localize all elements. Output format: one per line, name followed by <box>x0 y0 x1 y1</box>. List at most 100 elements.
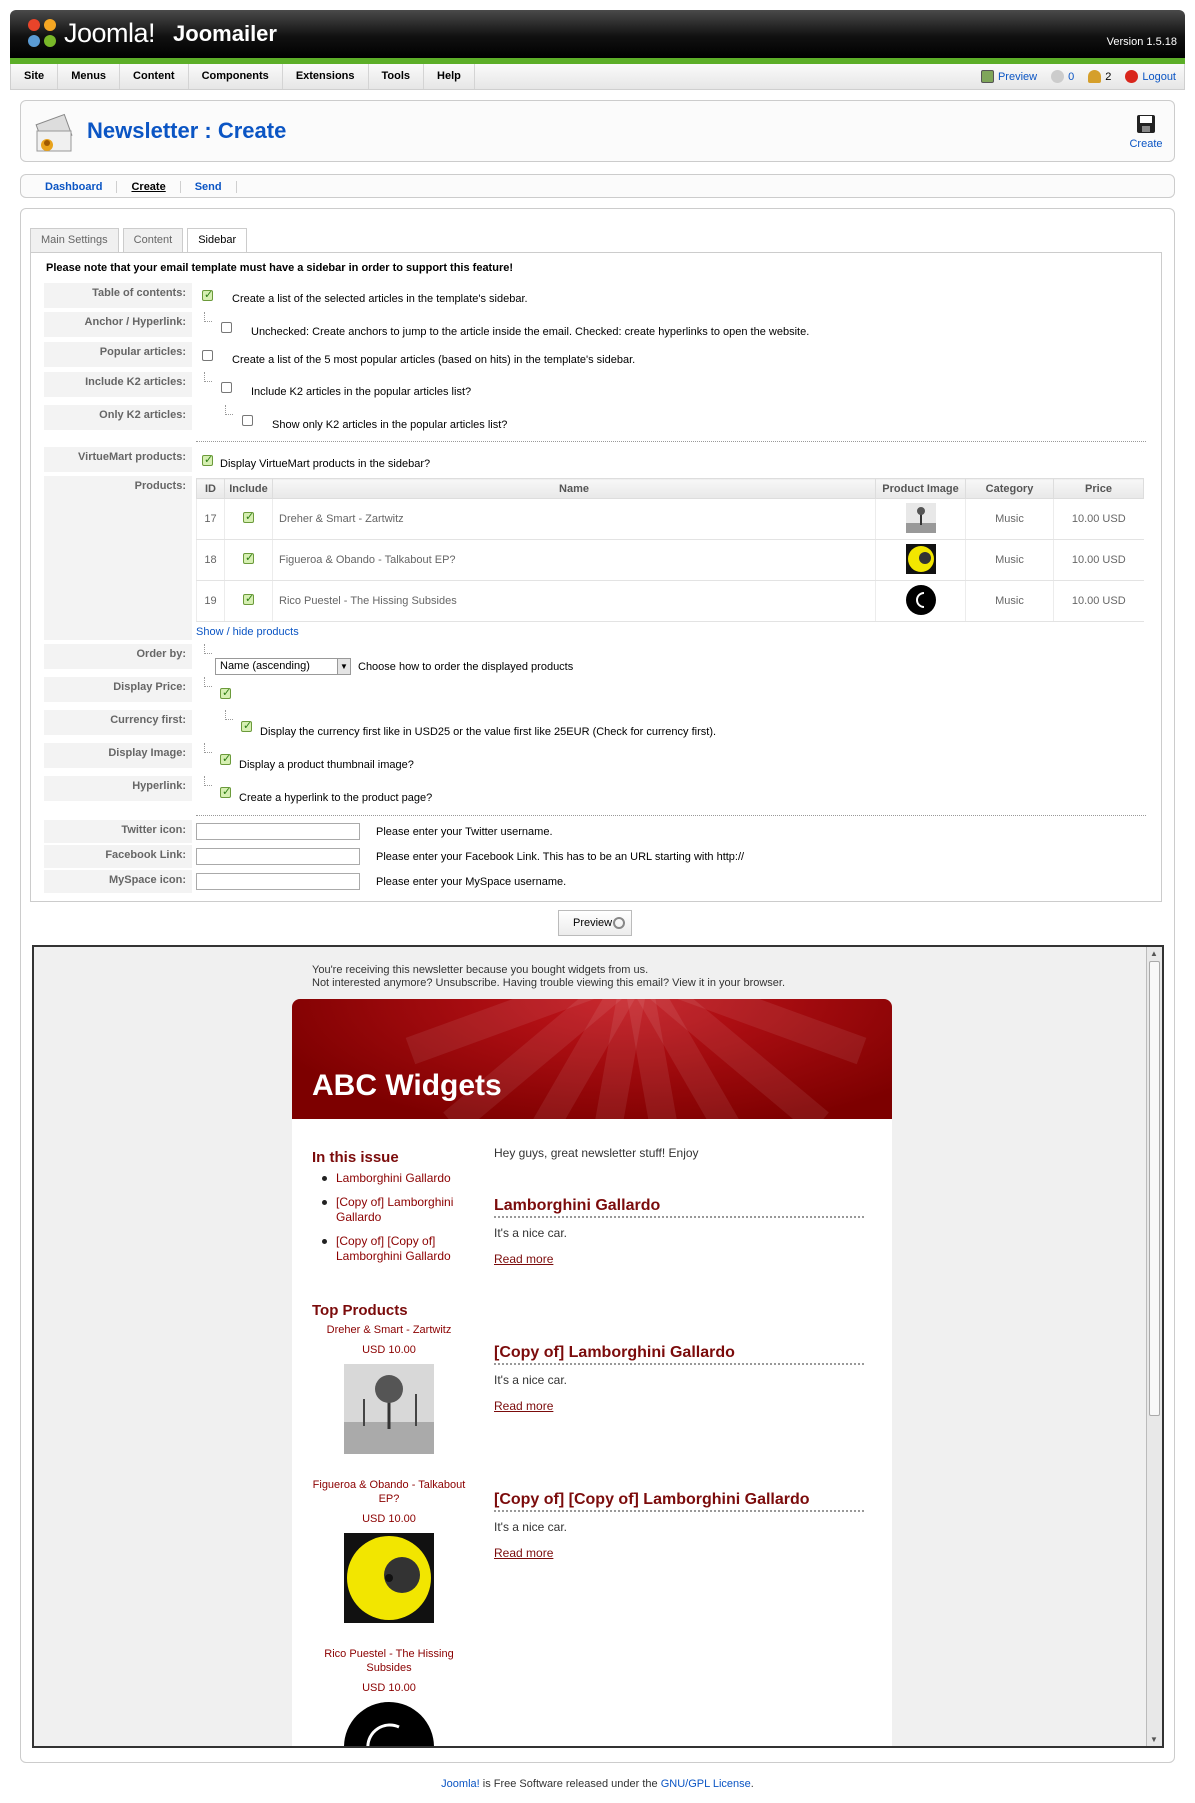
messages-icon <box>1051 70 1065 83</box>
product-thumbnail <box>905 502 936 533</box>
product-image[interactable] <box>344 1364 434 1454</box>
popular-checkbox[interactable] <box>202 350 213 361</box>
hyperlink-description: Create a hyperlink to the product page? <box>239 792 433 804</box>
preview-button[interactable]: Preview <box>558 910 632 936</box>
sidebar-product-price: USD 10.00 <box>362 1344 416 1356</box>
product-id: 18 <box>196 539 225 581</box>
sidebar-product-name[interactable]: Dreher & Smart - Zartwitz <box>309 1323 469 1337</box>
virtuemart-checkbox[interactable] <box>202 453 213 466</box>
tab-content[interactable]: Content <box>122 228 184 252</box>
include-checkbox[interactable] <box>243 510 254 523</box>
main-menu: Site Menus Content Components Extensions… <box>10 64 1185 90</box>
preview-link[interactable]: Preview <box>980 70 1038 83</box>
only-k2-checkbox[interactable] <box>242 415 253 426</box>
article-title: Lamborghini Gallardo <box>494 1197 864 1218</box>
display-price-checkbox[interactable] <box>220 686 231 699</box>
license-link[interactable]: GNU/GPL License <box>661 1778 751 1790</box>
read-more-link[interactable]: Read more <box>494 1546 553 1560</box>
popular-label: Popular articles: <box>44 342 192 368</box>
submenu-create[interactable]: Create <box>117 181 181 193</box>
separator <box>196 815 1146 816</box>
joomla-link[interactable]: Joomla! <box>441 1778 480 1790</box>
menu-menus[interactable]: Menus <box>58 64 121 89</box>
read-more-link[interactable]: Read more <box>494 1252 553 1266</box>
preview-scrollbar[interactable]: ▲ ▼ <box>1146 947 1162 1746</box>
display-image-checkbox[interactable] <box>220 752 231 765</box>
newsletter-brand: ABC Widgets <box>312 1069 502 1102</box>
menu-components[interactable]: Components <box>189 64 283 89</box>
display-price-label: Display Price: <box>44 677 192 703</box>
preview-link-label: Preview <box>997 70 1038 83</box>
logo-text: Joomla! <box>64 18 156 48</box>
twitter-input[interactable] <box>196 823 360 840</box>
read-more-link[interactable]: Read more <box>494 1399 553 1413</box>
logout-link[interactable]: Logout <box>1125 70 1176 83</box>
issue-item[interactable]: [Copy of] [Copy of] Lamborghini Gallardo <box>322 1234 476 1264</box>
menu-content[interactable]: Content <box>120 64 189 89</box>
article-title: [Copy of] Lamborghini Gallardo <box>494 1344 864 1365</box>
scrollbar-thumb[interactable] <box>1149 961 1160 1416</box>
tree-connector <box>204 644 212 654</box>
tree-connector <box>204 743 212 753</box>
currency-first-description: Display the currency first like in USD25… <box>260 726 717 738</box>
app-title: Joomailer <box>173 20 277 46</box>
scroll-up-icon[interactable]: ▲ <box>1150 949 1158 958</box>
include-k2-label: Include K2 articles: <box>44 372 192 398</box>
display-image-description: Display a product thumbnail image? <box>239 759 414 771</box>
col-category: Category <box>965 478 1054 499</box>
newsletter-preview-frame[interactable]: You're receiving this newsletter because… <box>32 945 1164 1748</box>
facebook-label: Facebook Link: <box>44 845 192 869</box>
product-image[interactable] <box>344 1702 434 1748</box>
product-thumbnail <box>905 543 936 574</box>
menu-help[interactable]: Help <box>424 64 475 89</box>
product-price: 10.00 USD <box>1053 580 1144 622</box>
issue-item[interactable]: [Copy of] Lamborghini Gallardo <box>322 1195 476 1225</box>
menu-extensions[interactable]: Extensions <box>283 64 369 89</box>
separator <box>196 441 1146 442</box>
only-k2-label: Only K2 articles: <box>44 405 192 431</box>
currency-first-checkbox[interactable] <box>241 719 252 732</box>
include-cell <box>224 580 273 622</box>
sidebar-product-name[interactable]: Rico Puestel - The Hissing Subsides <box>309 1647 469 1675</box>
popular-description: Create a list of the 5 most popular arti… <box>232 354 636 366</box>
product-id: 17 <box>196 498 225 540</box>
messages-link[interactable]: 0 <box>1051 70 1074 83</box>
include-checkbox[interactable] <box>243 551 254 564</box>
col-include: Include <box>224 478 273 499</box>
myspace-input[interactable] <box>196 873 360 890</box>
tab-sidebar[interactable]: Sidebar <box>187 228 248 253</box>
submenu-send[interactable]: Send <box>181 181 237 193</box>
tree-connector <box>204 372 212 382</box>
tree-connector <box>225 710 233 720</box>
show-hide-products-link[interactable]: Show / hide products <box>196 626 299 638</box>
sidebar-product-price: USD 10.00 <box>362 1682 416 1694</box>
scroll-down-icon[interactable]: ▼ <box>1150 1735 1158 1744</box>
article-body: It's a nice car. <box>494 1373 567 1387</box>
order-by-select[interactable]: Name (ascending) ▼ <box>215 658 351 675</box>
menu-site[interactable]: Site <box>11 64 59 89</box>
include-k2-checkbox[interactable] <box>221 382 232 393</box>
tab-main-settings[interactable]: Main Settings <box>30 228 119 252</box>
col-product-image: Product Image <box>875 478 966 499</box>
facebook-input[interactable] <box>196 848 360 865</box>
status-area: Preview 0 2 Logout <box>980 64 1176 89</box>
newsletter-icon <box>35 113 73 152</box>
sidebar-product-name[interactable]: Figueroa & Obando - Talkabout EP? <box>309 1478 469 1506</box>
issue-item[interactable]: Lamborghini Gallardo <box>322 1171 476 1186</box>
anchor-checkbox[interactable] <box>221 322 232 333</box>
anchor-description: Unchecked: Create anchors to jump to the… <box>251 326 810 338</box>
product-image[interactable] <box>344 1533 434 1623</box>
hyperlink-checkbox[interactable] <box>220 785 231 798</box>
menu-tools[interactable]: Tools <box>369 64 425 89</box>
toc-checkbox[interactable] <box>202 288 213 301</box>
submenu-dashboard[interactable]: Dashboard <box>21 181 118 193</box>
magnifier-icon <box>613 917 625 929</box>
include-checkbox[interactable] <box>243 592 254 605</box>
logout-label: Logout <box>1142 70 1176 83</box>
product-category: Music <box>965 580 1054 622</box>
article-title: [Copy of] [Copy of] Lamborghini Gallardo <box>494 1491 864 1512</box>
version-label: Version 1.5.18 <box>1106 36 1177 48</box>
virtuemart-label: VirtueMart products: <box>44 447 192 473</box>
create-button[interactable]: Create <box>1126 113 1166 150</box>
tree-connector <box>204 776 212 786</box>
